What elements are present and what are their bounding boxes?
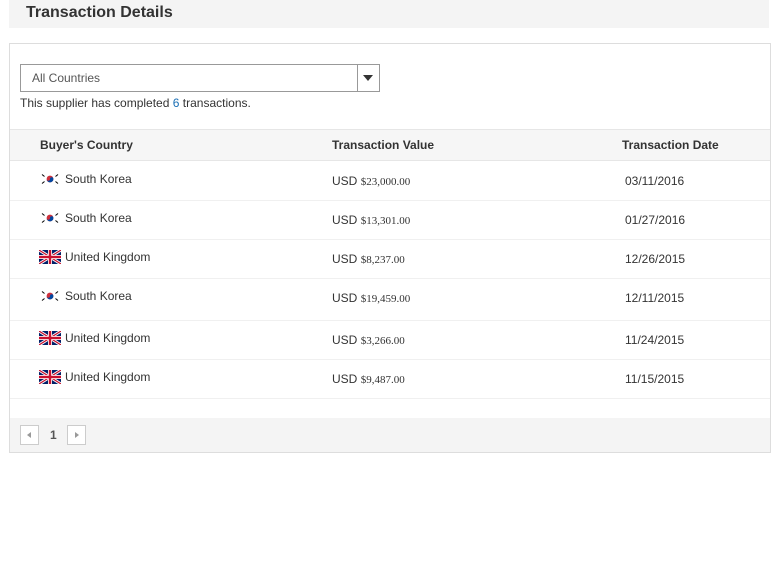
buyer-country-cell: South Korea [39,172,132,186]
transaction-count: 6 [172,96,180,110]
transaction-amount: $3,266.00 [360,335,405,347]
transaction-date-cell: 12/26/2015 [625,252,686,266]
transaction-date-cell: 01/27/2016 [625,213,686,227]
uk-flag-icon [38,248,62,266]
table-row: South Korea USD $13,301.00 01/27/2016 [10,201,770,240]
country-name: South Korea [65,289,132,303]
dropdown-toggle[interactable] [357,65,379,91]
table-row: United Kingdom USD $3,266.00 11/24/2015 [10,321,770,360]
transaction-amount: $13,301.00 [360,215,411,227]
column-header-value: Transaction Value [332,138,435,152]
next-page-button[interactable] [67,425,86,445]
chevron-right-icon [75,432,79,438]
transaction-value-cell: USD $3,266.00 [332,333,405,347]
chevron-left-icon [27,432,31,438]
transaction-amount: $23,000.00 [360,176,411,188]
transaction-value-cell: USD $9,487.00 [332,372,405,386]
country-name: United Kingdom [65,331,151,345]
country-filter-select[interactable]: All Countries [20,64,380,92]
transaction-value-cell: USD $23,000.00 [332,174,410,188]
country-name: United Kingdom [65,250,151,264]
current-page-number[interactable]: 1 [50,428,57,442]
south-korea-flag-icon [39,211,61,225]
pagination: 1 [10,418,770,452]
transaction-amount: $9,487.00 [360,374,405,386]
caret-down-icon [363,75,373,81]
transaction-value-cell: USD $8,237.00 [332,252,405,266]
currency-code: USD [332,213,358,227]
transaction-date-cell: 11/24/2015 [625,333,685,347]
transaction-value-cell: USD $19,459.00 [332,291,410,305]
table-header: Buyer's Country Transaction Value Transa… [10,129,770,161]
buyer-country-cell: South Korea [39,289,132,303]
column-header-country: Buyer's Country [40,138,133,152]
transaction-amount: $19,459.00 [360,293,411,305]
country-name: South Korea [65,211,132,225]
transaction-amount: $8,237.00 [360,254,405,266]
transaction-date-cell: 12/11/2015 [625,291,685,305]
currency-code: USD [332,174,358,188]
south-korea-flag-icon [39,289,61,303]
table-row: United Kingdom USD $9,487.00 11/15/2015 [10,360,770,399]
uk-flag-icon [38,329,62,347]
section-title: Transaction Details [26,4,173,21]
table-row: South Korea USD $19,459.00 12/11/2015 [10,279,770,321]
column-header-date: Transaction Date [622,138,719,152]
currency-code: USD [332,333,358,347]
country-name: United Kingdom [65,370,151,384]
country-name: South Korea [65,172,132,186]
transaction-list: South Korea USD $23,000.00 03/11/2016 South… [10,162,770,399]
uk-flag-icon [38,368,62,386]
buyer-country-cell: South Korea [39,211,132,225]
buyer-country-cell: United Kingdom [38,368,151,386]
table-row: United Kingdom USD $8,237.00 12/26/2015 [10,240,770,279]
buyer-country-cell: United Kingdom [38,248,151,266]
currency-code: USD [332,372,358,386]
table-row: South Korea USD $23,000.00 03/11/2016 [10,162,770,201]
previous-page-button[interactable] [20,425,39,445]
summary-suffix: transactions. [182,96,251,110]
transaction-date-cell: 03/11/2016 [625,174,685,188]
transaction-value-cell: USD $13,301.00 [332,213,410,227]
transaction-date-cell: 11/15/2015 [625,372,685,386]
currency-code: USD [332,291,358,305]
currency-code: USD [332,252,358,266]
transaction-summary: This supplier has completed 6 transactio… [20,96,251,110]
section-header: Transaction Details [9,0,769,28]
transactions-panel: All Countries This supplier has complete… [9,43,771,453]
summary-prefix: This supplier has completed [20,96,170,110]
buyer-country-cell: United Kingdom [38,329,151,347]
south-korea-flag-icon [39,172,61,186]
country-filter-value: All Countries [32,71,101,85]
